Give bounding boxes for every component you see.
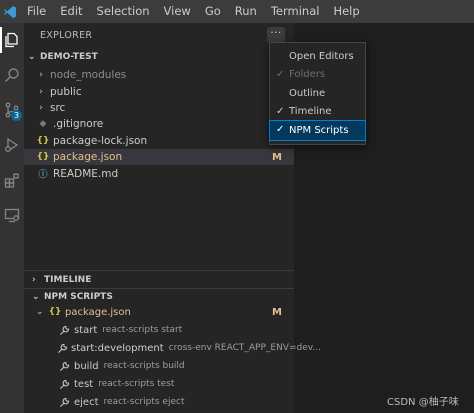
chevron-right-icon: › [39,102,43,113]
tree-item-label: package-lock.json [53,134,148,147]
npm-script-start[interactable]: start react-scripts start [24,321,294,339]
script-name: start [74,324,98,336]
menu-file[interactable]: File [20,0,53,23]
views-context-menu: Open Editors ✓ Folders Outline ✓ Timelin… [269,42,366,145]
menu-help[interactable]: Help [326,0,366,23]
json-icon: {} [36,135,50,146]
wrench-icon [57,397,71,408]
npm-script-test[interactable]: test react-scripts test [24,375,294,393]
check-icon: ✓ [276,68,285,80]
wrench-icon [57,325,71,336]
json-icon: {} [48,307,62,317]
chevron-right-icon: › [39,86,43,97]
script-command: cross-env REACT_APP_ENV=dev... [168,343,321,353]
script-command: react-scripts test [98,379,175,389]
menu-selection[interactable]: Selection [90,0,157,23]
tree-item-package-lock[interactable]: {} package-lock.json [24,133,294,149]
menu-item-label: Timeline [289,106,332,118]
run-debug-icon[interactable] [0,130,24,160]
npm-script-start-development[interactable]: start:development cross-env REACT_APP_EN… [24,339,321,357]
script-command: react-scripts start [102,325,183,335]
npm-package-item[interactable]: ⌄ {} package.json M [24,303,294,321]
tree-item-label: package.json [53,151,123,164]
menu-item-label: Folders [289,69,326,81]
tree-item-label: node_modules [50,69,127,82]
files-icon[interactable] [0,25,24,55]
menu-bar: File Edit Selection View Go Run Terminal… [0,0,474,23]
script-name: eject [74,396,99,408]
tree-item-label: .gitignore [53,118,104,131]
explorer-header: EXPLORER ··· [24,23,294,47]
tree-item-node-modules[interactable]: › node_modules [24,67,294,83]
timeline-title: TIMELINE [44,274,92,285]
menu-item-label: Open Editors [289,50,354,62]
folder-title: DEMO-TEST [40,52,98,62]
check-icon: ✓ [276,124,285,135]
explorer-title: EXPLORER [40,29,93,41]
script-command: react-scripts build [103,361,185,371]
info-icon: ⓘ [38,170,48,181]
tree-item-src[interactable]: › src [24,100,294,116]
menu-run[interactable]: Run [228,0,264,23]
npm-scripts-tree: ⌄ {} package.json M start react-scripts … [24,303,321,411]
tree-item-public[interactable]: › public [24,83,294,99]
tree-item-package-json[interactable]: {} package.json M [24,148,294,166]
vscode-logo-icon [0,0,20,23]
search-icon[interactable] [0,60,24,90]
modified-flag: M [272,306,282,318]
git-icon: ◆ [39,119,47,130]
npm-script-eject[interactable]: eject react-scripts eject [24,393,294,411]
folder-section-header[interactable]: ⌄ DEMO-TEST [24,47,294,67]
chevron-down-icon: ⌄ [28,52,36,62]
npm-package-label: package.json [65,306,131,318]
chevron-down-icon: ⌄ [32,292,40,302]
check-icon: ✓ [276,105,285,117]
wrench-icon [57,343,68,354]
menu-item-timeline[interactable]: ✓ Timeline [270,103,365,122]
activity-bar: 3 [0,23,24,413]
menu-item-open-editors[interactable]: Open Editors [270,47,365,66]
menu-item-npm-scripts[interactable]: ✓ NPM Scripts [269,120,366,141]
menu-terminal[interactable]: Terminal [264,0,327,23]
chevron-right-icon: › [39,70,43,81]
menu-item-outline[interactable]: Outline [270,84,365,103]
chevron-right-icon: › [32,274,36,285]
wrench-icon [57,379,71,390]
menu-go[interactable]: Go [198,0,228,23]
menu-item-folders: ✓ Folders [270,66,365,85]
npm-scripts-title: NPM SCRIPTS [44,292,113,302]
wrench-icon [57,361,71,372]
menu-item-label: Outline [289,87,326,99]
json-icon: {} [36,152,50,163]
extensions-icon[interactable] [0,165,24,195]
tree-item-gitignore[interactable]: ◆ .gitignore [24,116,294,132]
csdn-watermark: CSDN @柚子味 [387,397,459,408]
more-actions-button[interactable]: ··· [267,27,285,43]
npm-script-build[interactable]: build react-scripts build [24,357,294,375]
timeline-section-header[interactable]: › TIMELINE [28,271,294,288]
menu-item-label: NPM Scripts [289,124,349,136]
chevron-down-icon: ⌄ [36,307,44,317]
source-control-icon[interactable]: 3 [0,95,24,125]
menu-edit[interactable]: Edit [53,0,89,23]
remote-explorer-icon[interactable] [0,200,24,230]
tree-item-readme[interactable]: ⓘ README.md [24,165,294,181]
script-name: start:development [71,342,164,354]
script-name: test [74,378,94,390]
menu-view[interactable]: View [157,0,198,23]
script-command: react-scripts eject [103,397,185,407]
tree-item-label: README.md [53,167,119,180]
script-name: build [74,360,99,372]
tree-item-label: public [50,85,82,98]
scm-badge: 3 [11,110,22,121]
tree-item-label: src [50,101,66,114]
modified-flag: M [272,151,282,163]
